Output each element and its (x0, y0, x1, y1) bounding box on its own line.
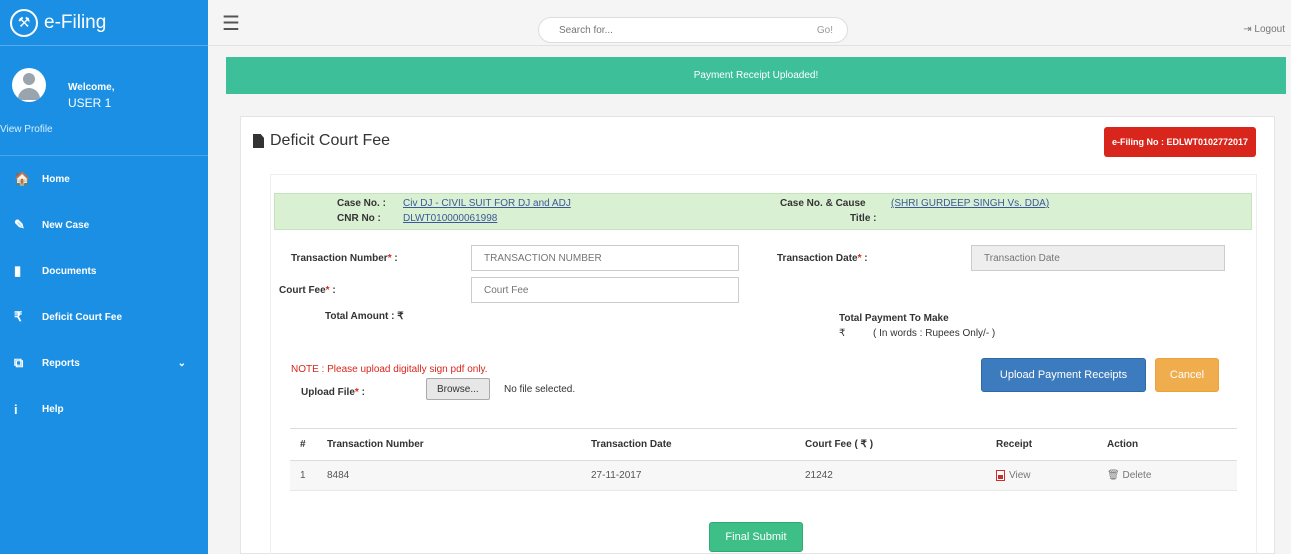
txn-date-label: Transaction Date* : (777, 253, 868, 264)
action-cell: 🗑 Delete (1097, 460, 1237, 491)
username: USER 1 (68, 96, 112, 110)
view-profile-link[interactable]: View Profile (0, 124, 53, 135)
logout-link[interactable]: ⇥ Logout (1243, 24, 1285, 35)
search-input[interactable] (539, 24, 779, 36)
welcome-text: Welcome, (68, 82, 115, 93)
delete-link[interactable]: 🗑 Delete (1107, 470, 1151, 481)
sidebar-item-label: Documents (42, 265, 97, 277)
chevron-down-icon: ⌄ (177, 357, 186, 369)
sidebar-item-label: Reports (42, 357, 80, 369)
copy-icon: ⧉ (14, 355, 24, 370)
case-info-strip: Case No. : Civ DJ - CIVIL SUIT FOR DJ an… (274, 193, 1252, 230)
page-title-text: Deficit Court Fee (270, 132, 391, 149)
logout-icon: ⇥ (1243, 24, 1255, 35)
title-label: Title : (850, 213, 877, 224)
avatar (12, 68, 46, 102)
pdf-icon (996, 469, 1005, 481)
row-index: 1 (290, 460, 317, 491)
sidebar-item-deficit-court-fee[interactable]: ₹ Deficit Court Fee (0, 294, 208, 340)
table-header-row: # Transaction Number Transaction Date Co… (290, 428, 1237, 461)
cause-title-link[interactable]: (SHRI GURDEEP SINGH Vs. DDA) (891, 198, 1049, 209)
sidebar: ⚒ e-Filing Welcome, USER 1 View Profile … (0, 0, 208, 554)
sidebar-nav: 🏠 Home ✎ New Case ▮ Documents ₹ Deficit … (0, 156, 208, 432)
upload-payment-receipts-button[interactable]: Upload Payment Receipts (981, 358, 1146, 392)
sidebar-item-home[interactable]: 🏠 Home (0, 156, 208, 202)
info-icon: i (14, 401, 18, 417)
sidebar-item-new-case[interactable]: ✎ New Case (0, 202, 208, 248)
app-title: e-Filing (44, 11, 107, 33)
rupee-symbol: ₹ (839, 328, 846, 339)
upload-note: NOTE : Please upload digitally sign pdf … (291, 364, 488, 375)
cause-label: Case No. & Cause (780, 198, 866, 209)
sidebar-item-reports[interactable]: ⧉ Reports ⌄ (0, 340, 208, 386)
court-fee-cell: 21242 (795, 460, 986, 491)
column-header: Receipt (986, 428, 1097, 461)
total-amount-label: Total Amount : ₹ (325, 311, 404, 322)
sidebar-item-label: Help (42, 403, 64, 415)
cnr-label: CNR No : (337, 213, 381, 224)
upload-file-label: Upload File* : (301, 387, 365, 398)
document-icon: ▮ (14, 263, 22, 278)
user-profile: Welcome, USER 1 View Profile (0, 46, 208, 156)
table-row: 1 8484 27-11-2017 21242 View 🗑 Delete (290, 460, 1237, 491)
txn-number-label: Transaction Number* : (291, 253, 398, 264)
browse-button[interactable]: Browse... (426, 378, 490, 400)
case-no-link[interactable]: Civ DJ - CIVIL SUIT FOR DJ and ADJ (403, 198, 571, 209)
trash-icon: 🗑 (1107, 470, 1120, 481)
column-header: Transaction Date (581, 428, 795, 461)
page-title: Deficit Court Fee (253, 132, 390, 150)
case-no-label: Case No. : (337, 198, 386, 209)
sidebar-item-label: Home (42, 173, 70, 185)
txn-date-input[interactable] (971, 245, 1225, 271)
column-header: # (290, 428, 317, 461)
topbar: ☰ Go! ⇥ Logout (208, 0, 1291, 46)
no-file-selected-text: No file selected. (504, 384, 576, 395)
home-icon: 🏠 (14, 171, 31, 186)
transactions-table: # Transaction Number Transaction Date Co… (290, 428, 1237, 491)
court-fee-input[interactable] (471, 277, 739, 303)
efiling-number-badge: e-Filing No : EDLWT0102772017 (1103, 127, 1256, 157)
form-container: Case No. : Civ DJ - CIVIL SUIT FOR DJ an… (270, 174, 1257, 554)
sidebar-item-label: New Case (42, 219, 90, 231)
edit-icon: ✎ (14, 217, 25, 232)
txn-date-cell: 27-11-2017 (581, 460, 795, 491)
cnr-link[interactable]: DLWT010000061998 (403, 213, 497, 224)
cancel-button[interactable]: Cancel (1155, 358, 1219, 392)
success-alert: Payment Receipt Uploaded! (226, 57, 1286, 94)
total-payment-label: Total Payment To Make (839, 313, 949, 324)
txn-number-input[interactable] (471, 245, 739, 271)
brand[interactable]: ⚒ e-Filing (0, 0, 208, 46)
final-submit-button[interactable]: Final Submit (709, 522, 803, 552)
logout-label: Logout (1254, 24, 1285, 35)
column-header: Court Fee ( ₹ ) (795, 428, 986, 461)
court-fee-label: Court Fee* : (279, 285, 336, 296)
search-box: Go! (538, 17, 848, 43)
column-header: Action (1097, 428, 1237, 461)
view-receipt-link[interactable]: View (996, 469, 1031, 481)
sidebar-item-help[interactable]: i Help (0, 386, 208, 432)
rupee-icon: ₹ (14, 309, 23, 324)
sidebar-item-label: Deficit Court Fee (42, 311, 123, 323)
sidebar-item-documents[interactable]: ▮ Documents (0, 248, 208, 294)
amount-in-words: ( In words : Rupees Only/- ) (873, 328, 996, 339)
search-go-button[interactable]: Go! (817, 25, 833, 36)
hamburger-menu-icon[interactable]: ☰ (222, 11, 240, 36)
column-header: Transaction Number (317, 428, 581, 461)
gavel-icon: ⚒ (10, 8, 38, 37)
file-icon (253, 134, 264, 148)
txn-number-cell: 8484 (317, 460, 581, 491)
receipt-cell: View (986, 460, 1097, 491)
deficit-court-fee-panel: Deficit Court Fee e-Filing No : EDLWT010… (240, 116, 1275, 554)
